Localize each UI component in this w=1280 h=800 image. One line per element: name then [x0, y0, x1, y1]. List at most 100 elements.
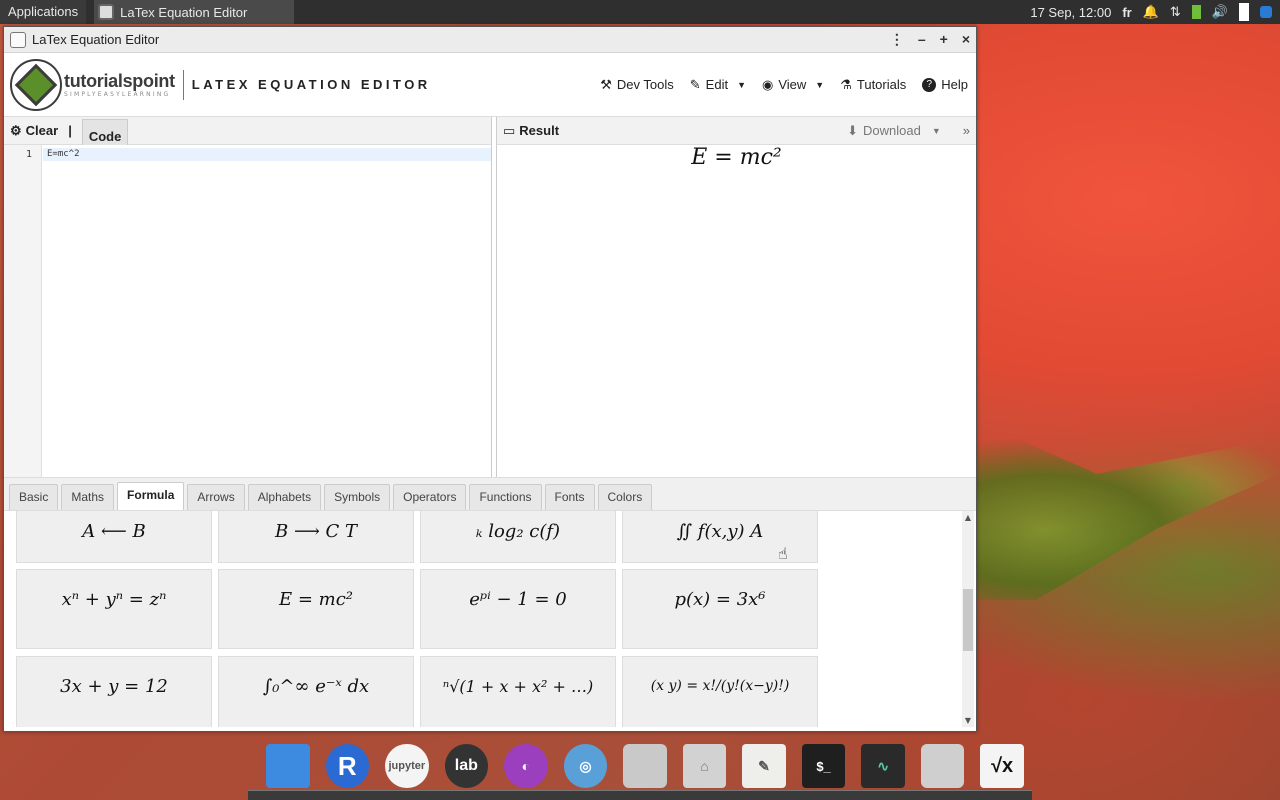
brand-name: tutorialspoint	[64, 70, 175, 91]
app-window: LaTex Equation Editor ⋮ – + × tutorialsp…	[3, 26, 977, 732]
chromium-icon[interactable]: ◎	[563, 744, 608, 788]
dock-shelf	[248, 790, 1032, 800]
tab-functions[interactable]: Functions	[469, 484, 542, 510]
tutorials-button[interactable]: ⚗ Tutorials	[840, 77, 906, 93]
result-toolbar: ▭ Result ⬇ Download ▼ »	[497, 117, 976, 145]
text-editor-icon[interactable]: ✎	[742, 744, 786, 788]
view-menu[interactable]: ◉ View ▼	[762, 77, 824, 93]
jupyterlab-icon[interactable]: lab	[444, 744, 489, 788]
battery-icon[interactable]	[1191, 5, 1201, 19]
chevron-down-icon: ▼	[737, 79, 746, 90]
keyboard-layout[interactable]: fr	[1122, 5, 1131, 20]
github-icon[interactable]: ◐	[504, 744, 548, 788]
brand-tagline: SIMPLYEASYLEARNING	[64, 90, 171, 98]
maximize-icon[interactable]: +	[940, 31, 948, 48]
formula-cell[interactable]: ⁿ√(1 + x + x² + …)	[420, 656, 616, 727]
page-title: LATEX EQUATION EDITOR	[182, 69, 431, 100]
workspace-icon[interactable]	[1239, 3, 1249, 21]
formula-cell[interactable]: ∫₀^∞ e⁻ˣ dx	[218, 656, 414, 727]
update-icon[interactable]	[1260, 6, 1272, 18]
edit-label: Edit	[705, 77, 729, 92]
tab-fonts[interactable]: Fonts	[544, 484, 595, 510]
close-icon[interactable]: ×	[962, 31, 970, 48]
jupyter-icon[interactable]: jupyter	[385, 744, 429, 788]
database-icon[interactable]	[623, 744, 667, 788]
code-line[interactable]: E=mc^2	[43, 148, 491, 161]
symbol-tabs: Basic Maths Formula Arrows Alphabets Sym…	[4, 477, 976, 511]
top-panel: Applications LaTex Equation Editor 17 Se…	[0, 0, 1280, 24]
sqrt-x-icon[interactable]: √x	[980, 744, 1024, 788]
wallpaper-fractal	[975, 420, 1280, 600]
eye-icon: ◉	[762, 76, 774, 92]
scroll-up-icon[interactable]: ▲	[962, 513, 974, 522]
system-monitor-icon[interactable]: ∿	[861, 744, 905, 788]
view-label: View	[778, 77, 807, 92]
terminal-icon[interactable]: $_	[801, 744, 846, 788]
line-gutter	[4, 145, 42, 477]
taskbar-window-title: LaTex Equation Editor	[120, 4, 248, 20]
scroll-down-icon[interactable]: ▼	[962, 716, 974, 725]
formula-cell[interactable]: xⁿ + yⁿ = zⁿ	[16, 569, 212, 649]
chevron-down-icon: ▼	[815, 79, 825, 90]
tab-code[interactable]: Code	[81, 118, 129, 147]
minimize-icon[interactable]: –	[918, 31, 926, 48]
chevron-down-icon: ▼	[931, 125, 941, 136]
result-label: Result	[519, 123, 560, 138]
app-header: tutorialspoint SIMPLYEASYLEARNING LATEX …	[4, 53, 976, 117]
applications-menu[interactable]: Applications	[0, 0, 87, 24]
gallery-scrollbar[interactable]: ▲ ▼	[962, 511, 974, 727]
tab-arrows[interactable]: Arrows	[187, 484, 245, 510]
window-icon	[10, 31, 26, 48]
devtools-label: Dev Tools	[616, 77, 674, 92]
help-button[interactable]: ? Help	[922, 77, 968, 92]
terminal-icon: ▭	[503, 122, 516, 138]
home-folder-icon[interactable]: ⌂	[682, 744, 727, 788]
bell-icon[interactable]: 🔔	[1143, 4, 1159, 20]
clear-button[interactable]: ⚙ Clear	[10, 123, 58, 139]
formula-cell[interactable]: ₖ log₂ c(f)	[420, 511, 616, 563]
code-editor[interactable]: 1 E=mc^2	[4, 145, 491, 477]
tab-operators[interactable]: Operators	[393, 484, 467, 510]
formula-cell[interactable]: E = mc²	[218, 569, 414, 649]
clock[interactable]: 17 Sep, 12:00	[1030, 5, 1111, 20]
code-pane: ⚙ Clear | Code 1 E=mc^2	[4, 117, 492, 477]
window-titlebar: LaTex Equation Editor ⋮ – + ×	[4, 27, 976, 53]
download-label: Download	[863, 123, 921, 138]
tab-basic[interactable]: Basic	[9, 484, 59, 510]
tab-symbols[interactable]: Symbols	[324, 484, 391, 510]
scroll-thumb[interactable]	[963, 589, 973, 651]
formula-cell[interactable]: B ⟶ C T	[218, 511, 414, 563]
code-toolbar: ⚙ Clear | Code	[4, 117, 491, 147]
app-icon	[98, 4, 115, 20]
download-button[interactable]: ⬇ Download ▼	[847, 123, 941, 139]
formula-cell[interactable]: ∬ f(x,y) A	[622, 511, 818, 563]
r-icon[interactable]: R	[325, 744, 370, 788]
formula-cell[interactable]: eᵖⁱ − 1 = 0	[420, 569, 616, 649]
devtools-button[interactable]: ⚒ Dev Tools	[600, 77, 674, 93]
tab-alphabets[interactable]: Alphabets	[247, 484, 322, 510]
formula-cell[interactable]: (x y) = x!/(y!(x−y)!)	[622, 656, 818, 727]
edit-icon: ✎	[689, 76, 701, 92]
formula-cell[interactable]: A ⟵ B	[16, 511, 212, 563]
gear-icon: ⚙	[10, 122, 22, 138]
dock: R jupyter lab ◐ ◎ ⌂ ✎ $_ ∿ √x	[248, 738, 1032, 800]
formula-cell[interactable]: 3x + y = 12	[16, 656, 212, 727]
formula-cell[interactable]: p(x) = 3x⁶	[622, 569, 818, 649]
taskbar-window-button[interactable]: LaTex Equation Editor	[94, 0, 295, 24]
result-pane: ▭ Result ⬇ Download ▼ » E = mc²	[496, 117, 976, 477]
tutorialspoint-logo[interactable]: tutorialspoint SIMPLYEASYLEARNING	[10, 58, 175, 111]
tab-colors[interactable]: Colors	[597, 484, 653, 510]
kebab-menu-icon[interactable]: ⋮	[890, 31, 904, 48]
trash-icon[interactable]	[920, 744, 965, 788]
wrench-icon: ⚒	[600, 76, 612, 92]
tutorials-icon: ⚗	[840, 76, 852, 92]
tab-formula[interactable]: Formula	[117, 482, 185, 510]
tab-maths[interactable]: Maths	[61, 484, 115, 510]
rendered-equation: E = mc²	[691, 145, 782, 170]
volume-icon[interactable]: 🔊	[1212, 4, 1228, 20]
clear-label: Clear	[25, 123, 59, 138]
expand-icon[interactable]: »	[963, 123, 970, 138]
network-icon[interactable]: ⇅	[1170, 4, 1181, 20]
files-icon[interactable]	[266, 744, 310, 788]
edit-menu[interactable]: ✎ Edit ▼	[690, 77, 746, 93]
